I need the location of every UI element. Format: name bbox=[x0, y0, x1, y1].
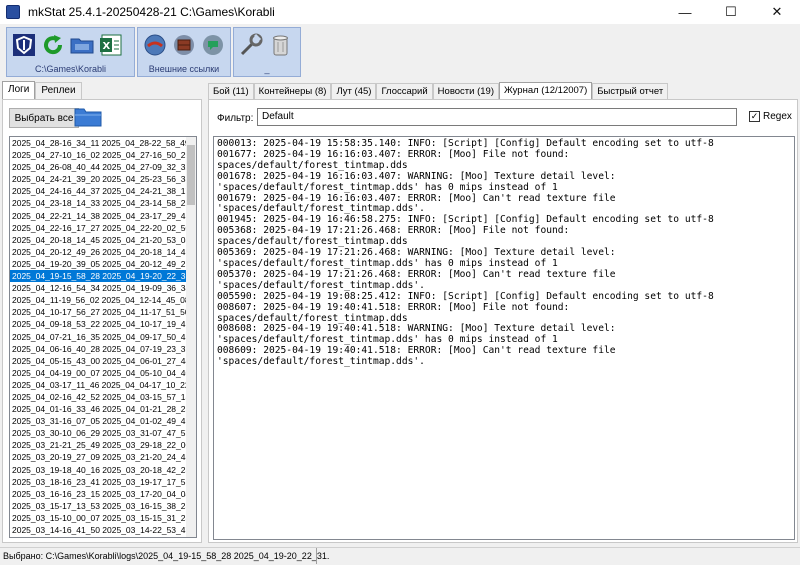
tab-journal[interactable]: Журнал (12/12007) bbox=[498, 82, 593, 100]
app-icon bbox=[6, 5, 20, 19]
status-separator bbox=[316, 548, 317, 564]
log-list-item[interactable]: 2025_04_02-16_42_52 2025_04_03-15_57_18 bbox=[10, 391, 186, 403]
excel-icon: X bbox=[100, 34, 122, 56]
log-list-scrollbar[interactable] bbox=[186, 137, 196, 537]
status-bar: Выбрано: C:\Games\Korabli\logs\2025_04_1… bbox=[0, 547, 800, 565]
log-list-item[interactable]: 2025_04_11-19_56_02 2025_04_12-14_45_08 bbox=[10, 294, 186, 306]
refresh-icon bbox=[44, 35, 63, 55]
right-tabs: Бой (11) Контейнеры (8) Лут (45) Глоссарий Н… bbox=[208, 82, 669, 100]
journal-textarea[interactable]: 000013: 2025-04-19 15:58:35.140: INFO: [… bbox=[213, 136, 795, 540]
log-list-item[interactable]: 2025_03_15-17_13_53 2025_03_16-15_38_28 bbox=[10, 500, 186, 512]
link-button-3[interactable] bbox=[200, 32, 226, 58]
regex-toggle[interactable]: ✓ Regex bbox=[749, 111, 792, 122]
tab-news[interactable]: Новости (19) bbox=[432, 83, 499, 100]
svg-text:X: X bbox=[103, 41, 111, 52]
tab-battle[interactable]: Бой (11) bbox=[208, 83, 254, 100]
tab-containers[interactable]: Контейнеры (8) bbox=[253, 83, 332, 100]
log-list-item[interactable]: 2025_04_22-16_17_27 2025_04_22-20_02_50 bbox=[10, 222, 186, 234]
window-controls: — ☐ ✕ bbox=[662, 0, 800, 24]
log-list-item[interactable]: 2025_03_20-19_27_09 2025_03_21-20_24_48 bbox=[10, 451, 186, 463]
folder-icon bbox=[74, 108, 102, 127]
logs-panel: Выбрать все 2025_04_28-16_34_11 2025_04_… bbox=[2, 99, 202, 543]
status-text: Выбрано: C:\Games\Korabli\logs\2025_04_1… bbox=[3, 551, 330, 561]
log-list-item[interactable]: 2025_04_04-19_00_07 2025_04_05-10_04_40 bbox=[10, 367, 186, 379]
toolbar-group-game: X C:\Games\Korabli bbox=[6, 27, 135, 77]
log-list-item[interactable]: 2025_04_26-08_40_44 2025_04_27-09_32_32 bbox=[10, 161, 186, 173]
game-logo-button[interactable] bbox=[11, 32, 37, 58]
log-list-item[interactable]: 2025_04_20-18_14_45 2025_04_21-20_53_08 bbox=[10, 234, 186, 246]
log-list-item[interactable]: 2025_03_31-16_07_05 2025_04_01-02_49_41 bbox=[10, 415, 186, 427]
settings-button[interactable] bbox=[238, 32, 264, 58]
refresh-button[interactable] bbox=[40, 32, 66, 58]
toolbar-group-links-label: Внешние ссылки bbox=[148, 64, 220, 74]
journal-panel: Фильтр: Default ✓ Regex 000013: 2025-04-… bbox=[208, 99, 798, 543]
log-list-item[interactable]: 2025_03_18-16_23_41 2025_03_19-17_17_51 bbox=[10, 476, 186, 488]
log-list-item[interactable]: 2025_03_15-10_00_07 2025_03_15-15_31_28 bbox=[10, 512, 186, 524]
left-tabs: Логи Реплеи bbox=[2, 81, 82, 100]
log-list-item[interactable]: 2025_04_19-15_58_28 2025_04_19-20_22_31 bbox=[10, 270, 186, 283]
excel-export-button[interactable]: X bbox=[98, 32, 124, 58]
minimize-button[interactable]: — bbox=[662, 0, 708, 24]
log-list-item[interactable]: 2025_03_13-11_26_59 2025_03_13-23_03_47 bbox=[10, 536, 186, 537]
crate-icon bbox=[174, 35, 194, 55]
log-list-item[interactable]: 2025_04_10-17_56_27 2025_04_11-17_51_50 bbox=[10, 306, 186, 318]
close-button[interactable]: ✕ bbox=[754, 0, 800, 24]
log-list-item[interactable]: 2025_04_12-16_54_34 2025_04_19-09_36_34 bbox=[10, 282, 186, 294]
filter-input[interactable]: Default bbox=[257, 108, 737, 126]
log-list-item[interactable]: 2025_04_22-21_14_38 2025_04_23-17_29_45 bbox=[10, 210, 186, 222]
regex-checkbox[interactable]: ✓ bbox=[749, 111, 760, 122]
toolbar-group-tools: _ bbox=[233, 27, 301, 77]
scrollbar-thumb[interactable] bbox=[187, 145, 195, 205]
tab-quick-report[interactable]: Быстрый отчет bbox=[592, 83, 669, 100]
toolbar-group-links: Внешние ссылки bbox=[137, 27, 231, 77]
log-list-item[interactable]: 2025_03_16-16_23_15 2025_03_17-20_04_04 bbox=[10, 488, 186, 500]
toolbar-group-game-label: C:\Games\Korabli bbox=[34, 64, 107, 74]
trash-icon bbox=[273, 35, 288, 56]
tab-logs[interactable]: Логи bbox=[2, 81, 36, 100]
log-list-item[interactable]: 2025_04_01-16_33_46 2025_04_01-21_28_25 bbox=[10, 403, 186, 415]
window-title: mkStat 25.4.1-20250428-21 C:\Games\Korab… bbox=[28, 5, 275, 19]
log-list-item[interactable]: 2025_03_30-10_06_29 2025_03_31-07_47_57 bbox=[10, 427, 186, 439]
tab-glossary[interactable]: Глоссарий bbox=[376, 83, 433, 100]
log-list-item[interactable]: 2025_04_28-16_34_11 2025_04_28-22_58_49 bbox=[10, 137, 186, 149]
log-list-item[interactable]: 2025_04_03-17_11_46 2025_04_04-17_10_22 bbox=[10, 379, 186, 391]
wrench-icon bbox=[240, 33, 263, 56]
log-list-item[interactable]: 2025_04_24-16_44_37 2025_04_24-21_38_17 bbox=[10, 185, 186, 197]
shield-icon bbox=[13, 34, 35, 56]
title-bar: mkStat 25.4.1-20250428-21 C:\Games\Korab… bbox=[0, 0, 800, 24]
log-list-item[interactable]: 2025_03_21-21_25_49 2025_03_29-18_22_00 bbox=[10, 439, 186, 451]
tab-loot[interactable]: Лут (45) bbox=[331, 83, 377, 100]
link-button-1[interactable] bbox=[142, 32, 168, 58]
folder-icon bbox=[70, 38, 94, 54]
clear-button[interactable] bbox=[267, 32, 293, 58]
log-list-item[interactable]: 2025_03_19-18_40_16 2025_03_20-18_42_23 bbox=[10, 464, 186, 476]
log-list-item[interactable]: 2025_04_24-21_39_20 2025_04_25-23_56_38 bbox=[10, 173, 186, 185]
logs-folder-button[interactable] bbox=[73, 106, 103, 128]
log-list-item[interactable]: 2025_03_14-16_41_50 2025_03_14-22_53_47 bbox=[10, 524, 186, 536]
filter-label: Фильтр: bbox=[217, 113, 254, 124]
globe-link-icon bbox=[144, 34, 166, 56]
log-list-item[interactable]: 2025_04_09-18_53_22 2025_04_10-17_19_41 bbox=[10, 318, 186, 330]
log-list-item[interactable]: 2025_04_06-16_40_28 2025_04_07-19_23_37 bbox=[10, 343, 186, 355]
main-window: mkStat 25.4.1-20250428-21 C:\Games\Korab… bbox=[0, 0, 800, 565]
link-button-2[interactable] bbox=[171, 32, 197, 58]
log-list-item[interactable]: 2025_04_20-12_49_26 2025_04_20-18_14_41 bbox=[10, 246, 186, 258]
log-list[interactable]: 2025_04_28-16_34_11 2025_04_28-22_58_49 2… bbox=[9, 136, 197, 538]
log-list-item[interactable]: 2025_04_05-15_43_00 2025_04_06-01_27_44 bbox=[10, 355, 186, 367]
log-list-item[interactable]: 2025_04_27-10_16_02 2025_04_27-16_50_29 bbox=[10, 149, 186, 161]
chat-icon bbox=[203, 35, 223, 55]
log-list-item[interactable]: 2025_04_23-18_14_33 2025_04_23-14_58_22 bbox=[10, 197, 186, 209]
maximize-button[interactable]: ☐ bbox=[708, 0, 754, 24]
regex-label: Regex bbox=[763, 111, 792, 122]
log-list-item[interactable]: 2025_04_19-20_39_05 2025_04_20-12_49_21 bbox=[10, 258, 186, 270]
log-list-item[interactable]: 2025_04_07-21_16_35 2025_04_09-17_50_45 bbox=[10, 331, 186, 343]
select-all-button[interactable]: Выбрать все bbox=[9, 108, 79, 128]
toolbar: X C:\Games\Korabli Внешние ссылки _ bbox=[6, 27, 301, 77]
open-folder-button[interactable] bbox=[69, 32, 95, 58]
toolbar-group-tools-label: _ bbox=[264, 64, 270, 74]
tab-replays[interactable]: Реплеи bbox=[35, 82, 82, 100]
journal-text: 000013: 2025-04-19 15:58:35.140: INFO: [… bbox=[217, 138, 714, 368]
